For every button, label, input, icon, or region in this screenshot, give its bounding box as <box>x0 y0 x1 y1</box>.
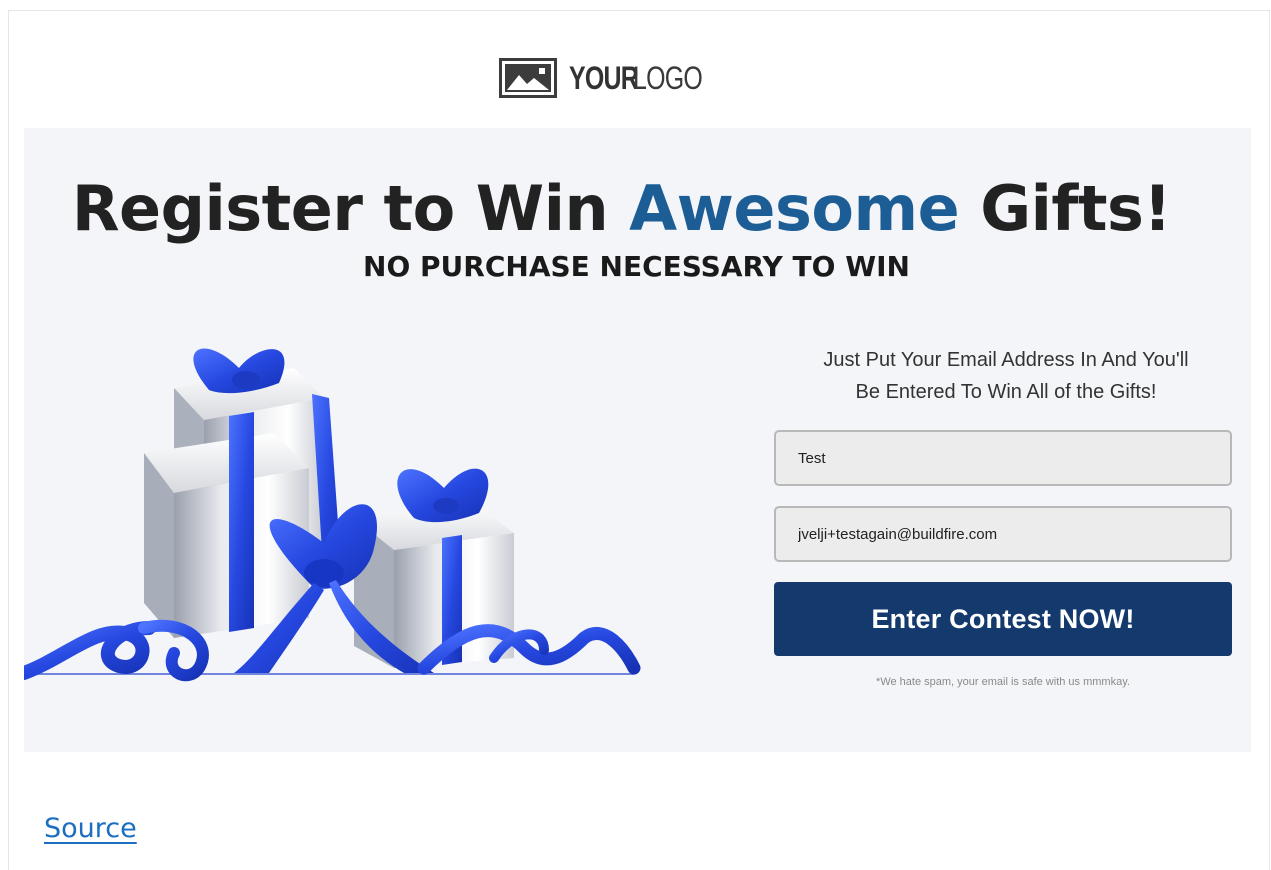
form-intro-line2: Be Entered To Win All of the Gifts! <box>855 381 1157 403</box>
image-icon <box>499 58 557 98</box>
enter-contest-button[interactable]: Enter Contest NOW! <box>774 582 1232 656</box>
name-field[interactable] <box>774 430 1232 486</box>
headline-start: Register to Win <box>71 172 630 245</box>
headline: Register to Win Awesome Gifts! <box>24 174 1219 244</box>
gift-boxes-icon <box>24 348 641 682</box>
headline-accent: Awesome <box>629 172 960 245</box>
logo-text-bold: YOUR <box>569 60 639 96</box>
spam-disclaimer: *We hate spam, your email is safe with u… <box>876 676 1130 688</box>
logo: YOUR LOGO <box>499 56 721 100</box>
logo-text-light: LOGO <box>633 60 703 96</box>
form-intro-line1: Just Put Your Email Address In And You'l… <box>823 349 1189 371</box>
headline-end: Gifts! <box>959 172 1172 245</box>
hero-panel: Register to Win Awesome Gifts! NO PURCHA… <box>24 128 1251 752</box>
bow-right <box>397 468 489 523</box>
form-intro: Just Put Your Email Address In And You'l… <box>776 344 1236 408</box>
signup-form: Just Put Your Email Address In And You'l… <box>774 344 1236 688</box>
subheadline: NO PURCHASE NECESSARY TO WIN <box>363 250 910 283</box>
email-field[interactable] <box>774 506 1232 562</box>
curly-ribbons <box>24 619 641 682</box>
source-link[interactable]: Source <box>44 812 137 846</box>
